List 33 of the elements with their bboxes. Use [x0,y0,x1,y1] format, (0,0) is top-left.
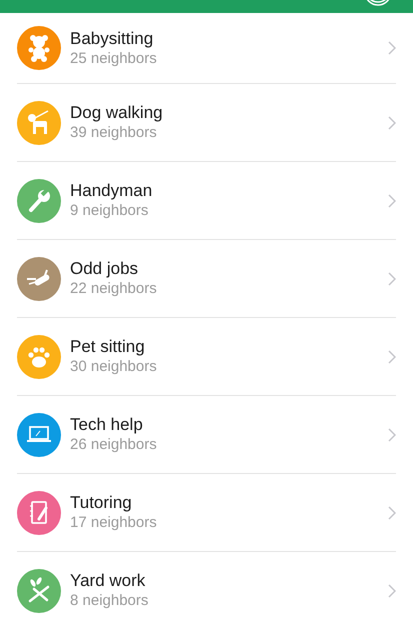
category-title: Tutoring [70,493,133,513]
category-row[interactable]: Tech help 26 neighbors [17,396,396,474]
chevron-icon [388,350,396,364]
neighbor-count: 8 neighbors [70,591,150,610]
category-row[interactable]: Babysitting 25 neighbors [17,13,396,84]
category-title: Pet sitting [70,337,146,357]
category-row[interactable]: Yard work 8 neighbors [17,552,396,620]
category-row[interactable]: Handyman 9 neighbors [17,162,396,240]
category-title: Babysitting [70,28,154,48]
category-row[interactable]: Odd jobs 22 neighbors [17,240,396,318]
neighbor-count: 30 neighbors [70,357,158,376]
chevron-icon [388,41,396,55]
chevron-icon [388,584,396,598]
category-row[interactable]: Tutoring 17 neighbors [17,474,396,552]
chevron-icon [388,428,396,442]
category-row[interactable]: Dog walking 39 neighbors [17,84,396,162]
chevron-icon [388,506,396,520]
category-title: Handyman [70,181,154,201]
chevron-icon [388,116,396,130]
category-title: Yard work [70,571,146,591]
category-title: Dog walking [70,103,164,123]
chevron-icon [388,272,396,286]
category-title: Odd jobs [70,259,140,279]
category-row[interactable]: Pet sitting 30 neighbors [17,318,396,396]
neighbor-count: 25 neighbors [70,48,158,68]
neighbor-count: 39 neighbors [70,123,158,142]
circle-icon[interactable] [364,0,392,6]
neighbor-count: 17 neighbors [70,513,158,532]
neighbor-count: 9 neighbors [70,201,150,220]
neighbor-count: 22 neighbors [70,279,158,298]
neighbor-count: 26 neighbors [70,435,158,454]
chevron-icon [388,194,396,208]
category-title: Tech help [70,415,144,435]
